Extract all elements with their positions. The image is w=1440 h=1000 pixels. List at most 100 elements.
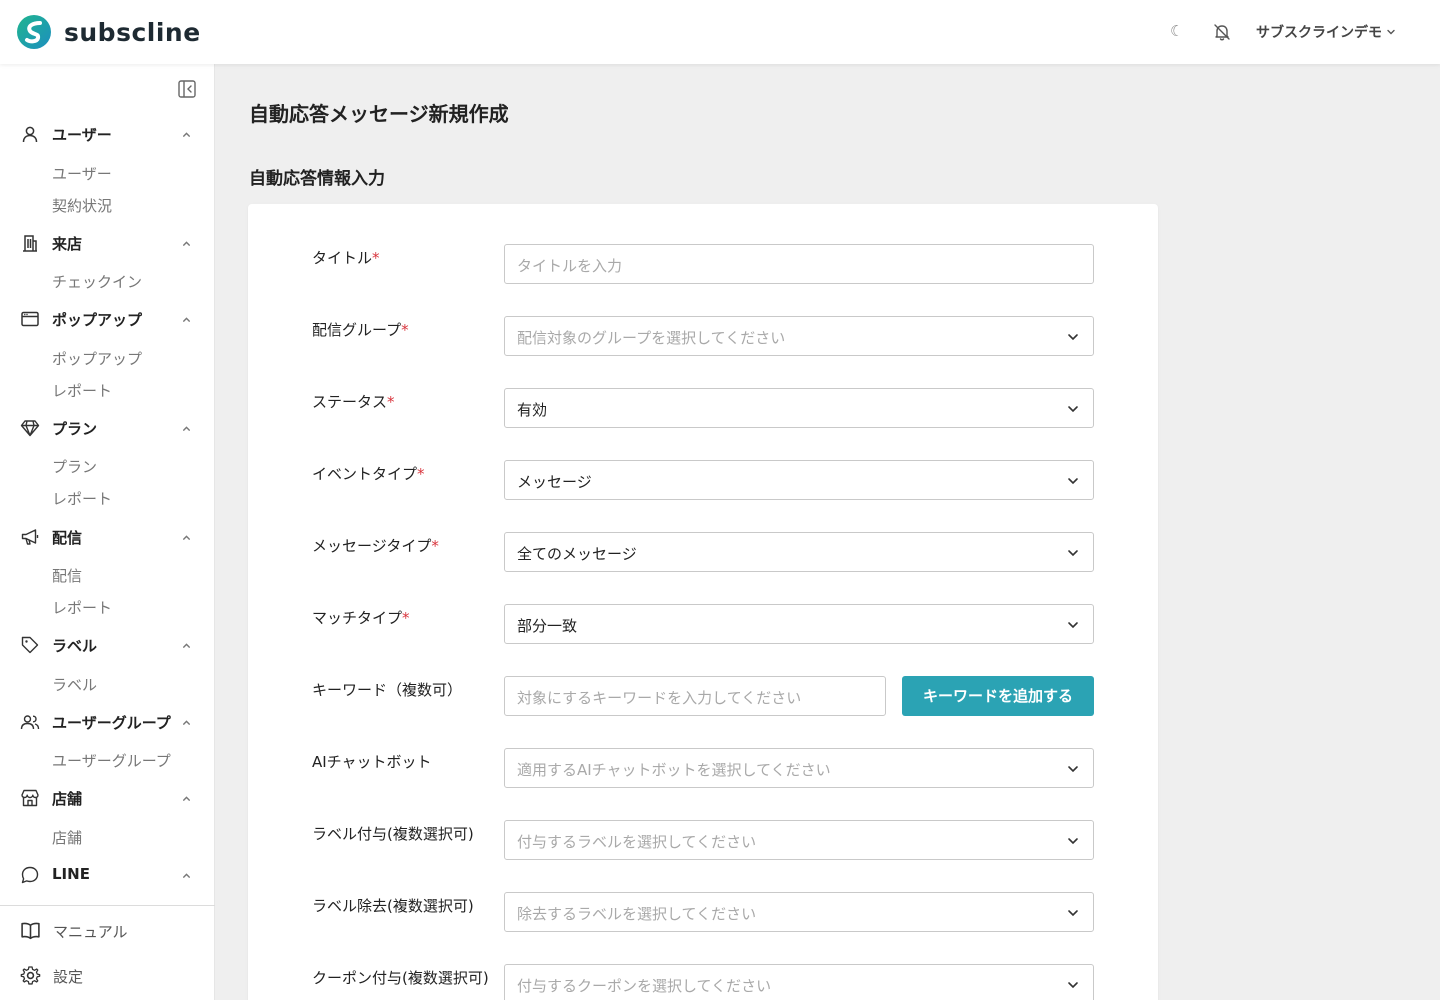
label-remove-label: ラベル除去(複数選択可) bbox=[312, 897, 474, 915]
keyword-input[interactable]: 対象にするキーワードを入力してください bbox=[504, 676, 886, 716]
group-placeholder: 配信対象のグループを選択してください bbox=[517, 329, 786, 347]
gear-icon bbox=[20, 966, 41, 985]
sidebar-group-visit[interactable]: 来店 bbox=[0, 229, 215, 257]
event-type-label: イベントタイプ* bbox=[312, 465, 425, 483]
sidebar-group-popup[interactable]: ポップアップ bbox=[0, 305, 215, 333]
event-type-select[interactable]: メッセージ bbox=[504, 460, 1094, 500]
sidebar-group-usergroup[interactable]: ユーザーグループ bbox=[0, 708, 215, 736]
chevron-up-icon bbox=[183, 317, 190, 322]
chevron-down-icon bbox=[1068, 766, 1078, 773]
sidebar-group-delivery[interactable]: 配信 bbox=[0, 523, 215, 551]
chevron-up-icon bbox=[183, 241, 190, 246]
status-value: 有効 bbox=[517, 401, 548, 419]
ai-chatbot-label: AIチャットボット bbox=[312, 753, 432, 771]
message-type-label: メッセージタイプ* bbox=[312, 537, 439, 555]
sidebar-item-contract[interactable]: 契約状況 bbox=[52, 195, 112, 216]
sidebar-item-plan[interactable]: プラン bbox=[52, 456, 97, 477]
sidebar-group-line[interactable]: LINE bbox=[0, 861, 215, 889]
sidebar-item-settings[interactable]: 設定 bbox=[0, 961, 215, 989]
title-label: タイトル* bbox=[312, 249, 380, 267]
sidebar-group-label: ポップアップ bbox=[52, 311, 143, 329]
chevron-up-icon bbox=[183, 873, 190, 878]
sidebar-item-popup[interactable]: ポップアップ bbox=[52, 348, 142, 369]
label-add-placeholder: 付与するラベルを選択してください bbox=[517, 833, 757, 851]
sidebar-item-label: 設定 bbox=[53, 968, 84, 986]
megaphone-icon bbox=[21, 529, 39, 545]
logo-mark-icon bbox=[17, 15, 51, 49]
sidebar-group-user[interactable]: ユーザー bbox=[0, 120, 215, 148]
message-type-value: 全てのメッセージ bbox=[517, 545, 637, 563]
chevron-up-icon bbox=[183, 643, 190, 648]
chevron-down-icon bbox=[1068, 982, 1078, 989]
sidebar: ユーザー ユーザー 契約状況 来店 チェックイン ポップアップ ポップアップ レ… bbox=[0, 64, 215, 1000]
sidebar-group-label[interactable]: ラベル bbox=[0, 631, 215, 659]
sidebar-group-label: ユーザーグループ bbox=[52, 714, 171, 732]
status-label: ステータス* bbox=[312, 393, 395, 411]
sidebar-item-label[interactable]: ラベル bbox=[52, 674, 97, 695]
sidebar-divider bbox=[0, 905, 215, 906]
account-menu[interactable]: サブスクラインデモ bbox=[1256, 22, 1396, 42]
sidebar-item-delivery-report[interactable]: レポート bbox=[52, 597, 112, 618]
bell-off-icon[interactable] bbox=[1212, 22, 1232, 42]
group-select[interactable]: 配信対象のグループを選択してください bbox=[504, 316, 1094, 356]
coupon-add-select[interactable]: 付与するクーポンを選択してください bbox=[504, 964, 1094, 1000]
ai-chatbot-select[interactable]: 適用するAIチャットボットを選択してください bbox=[504, 748, 1094, 788]
chevron-up-icon bbox=[183, 720, 190, 725]
match-type-select[interactable]: 部分一致 bbox=[504, 604, 1094, 644]
chevron-down-icon bbox=[1068, 334, 1078, 341]
tag-icon bbox=[21, 636, 39, 654]
label-remove-select[interactable]: 除去するラベルを選択してください bbox=[504, 892, 1094, 932]
chevron-down-icon bbox=[1068, 406, 1078, 413]
label-add-label: ラベル付与(複数選択可) bbox=[312, 825, 474, 843]
sidebar-item-user[interactable]: ユーザー bbox=[52, 163, 112, 184]
building-icon bbox=[23, 235, 37, 252]
page-title: 自動応答メッセージ新規作成 bbox=[249, 102, 509, 126]
chevron-down-icon bbox=[1068, 910, 1078, 917]
sidebar-item-delivery[interactable]: 配信 bbox=[52, 565, 82, 586]
sidebar-group-label: プラン bbox=[52, 420, 98, 438]
sidebar-item-popup-report[interactable]: レポート bbox=[52, 380, 112, 401]
gem-icon bbox=[20, 420, 40, 437]
label-remove-placeholder: 除去するラベルを選択してください bbox=[517, 905, 757, 923]
sidebar-item-store[interactable]: 店舗 bbox=[52, 827, 82, 848]
app-header: subscline ☾ サブスクラインデモ bbox=[0, 0, 1440, 64]
message-type-select[interactable]: 全てのメッセージ bbox=[504, 532, 1094, 572]
sidebar-item-usergroup[interactable]: ユーザーグループ bbox=[52, 750, 171, 771]
match-type-label: マッチタイプ* bbox=[312, 609, 410, 627]
chevron-down-icon bbox=[1387, 29, 1395, 35]
sidebar-item-plan-report[interactable]: レポート bbox=[52, 488, 112, 509]
sidebar-group-label: ユーザー bbox=[52, 126, 112, 144]
user-icon bbox=[22, 126, 38, 143]
chevron-up-icon bbox=[183, 796, 190, 801]
brand-name: subscline bbox=[64, 17, 201, 47]
book-icon bbox=[21, 922, 40, 940]
add-keyword-button[interactable]: キーワードを追加する bbox=[902, 676, 1094, 716]
coupon-add-label: クーポン付与(複数選択可) bbox=[312, 969, 489, 987]
sidebar-collapse-icon[interactable] bbox=[177, 79, 197, 99]
sidebar-group-label: 配信 bbox=[52, 529, 83, 547]
label-add-select[interactable]: 付与するラベルを選択してください bbox=[504, 820, 1094, 860]
sidebar-item-manual[interactable]: マニュアル bbox=[0, 916, 215, 944]
moon-icon[interactable]: ☾ bbox=[1170, 22, 1183, 40]
title-placeholder: タイトルを入力 bbox=[517, 257, 623, 275]
event-type-value: メッセージ bbox=[517, 473, 592, 491]
sidebar-item-checkin[interactable]: チェックイン bbox=[52, 271, 142, 292]
ai-chatbot-placeholder: 適用するAIチャットボットを選択してください bbox=[517, 761, 831, 779]
sidebar-item-label: マニュアル bbox=[53, 923, 128, 941]
section-title: 自動応答情報入力 bbox=[249, 169, 385, 189]
chevron-down-icon bbox=[1068, 478, 1078, 485]
chat-bubble-icon bbox=[21, 866, 39, 884]
sidebar-group-store[interactable]: 店舗 bbox=[0, 784, 215, 812]
sidebar-group-plan[interactable]: プラン bbox=[0, 414, 215, 442]
coupon-add-placeholder: 付与するクーポンを選択してください bbox=[517, 977, 772, 995]
sidebar-group-label: LINE bbox=[52, 865, 90, 883]
status-select[interactable]: 有効 bbox=[504, 388, 1094, 428]
chevron-down-icon bbox=[1068, 838, 1078, 845]
keyword-label: キーワード（複数可） bbox=[312, 681, 463, 699]
form-card: タイトル* タイトルを入力 配信グループ* 配信対象のグループを選択してください… bbox=[248, 204, 1158, 1000]
chevron-up-icon bbox=[183, 426, 190, 431]
sidebar-group-label: ラベル bbox=[52, 637, 98, 655]
title-input[interactable]: タイトルを入力 bbox=[504, 244, 1094, 284]
brand-logo[interactable]: subscline bbox=[16, 14, 201, 50]
chevron-up-icon bbox=[183, 132, 190, 137]
